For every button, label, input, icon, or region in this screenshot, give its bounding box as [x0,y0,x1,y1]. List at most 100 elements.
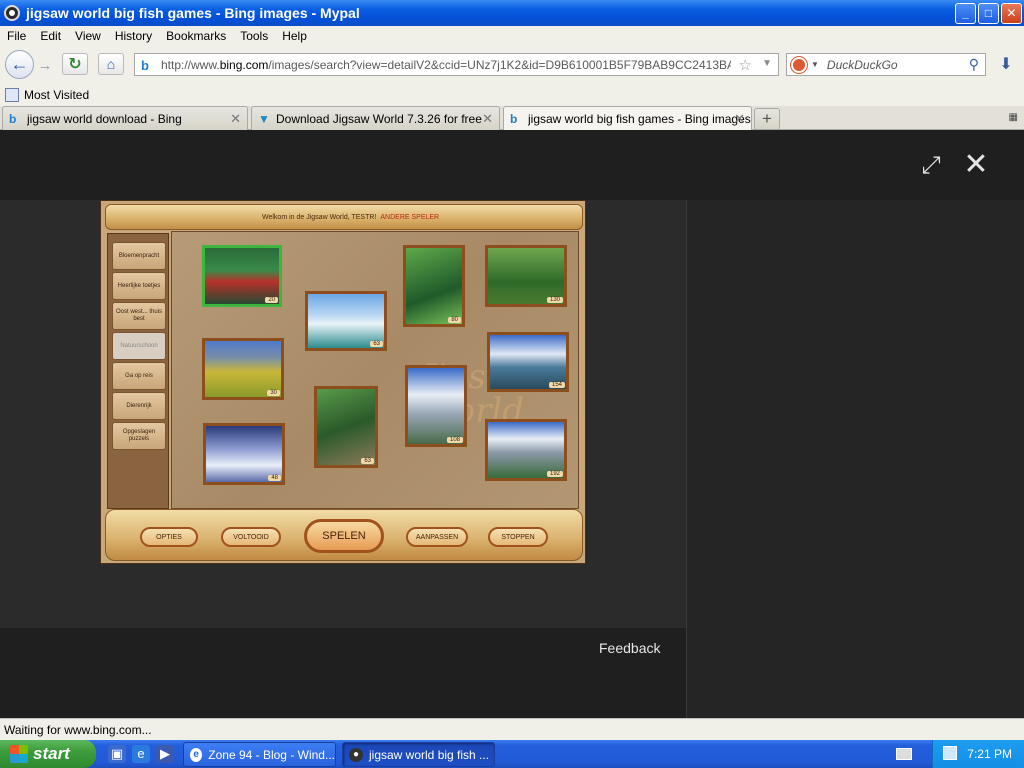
close-tab-icon[interactable]: ✕ [482,111,493,127]
search-engine-dropdown-icon[interactable]: ▼ [811,60,819,69]
start-button[interactable]: start [0,740,96,768]
puzzle-tile: 63 [314,386,378,468]
menu-file[interactable]: File [0,29,33,43]
maximize-button[interactable]: □ [978,3,999,24]
media-player-icon[interactable]: ▶ [156,745,174,763]
taskbar-item-jigsaw-bing[interactable]: ● jigsaw world big fish ... [342,742,495,767]
piece-count: 80 [448,317,461,323]
bookmarks-toolbar: Most Visited [0,84,1024,106]
piece-count: 154 [548,382,565,388]
other-player-link: ANDERE SPELER [380,214,440,221]
taskbar-item-zone94-blog[interactable]: e Zone 94 - Blog - Wind... [183,742,336,767]
list-all-tabs-icon[interactable]: ▦ [1009,112,1018,123]
taskbar: start ▣ e ▶ e Zone 94 - Blog - Wind... ●… [0,740,1024,768]
start-label: start [33,744,70,763]
game-welcome-text: Welkom in de Jigsaw World, TESTR! ANDERE … [262,214,439,221]
taskbar-item-label: jigsaw world big fish ... [369,747,490,762]
duckduckgo-icon[interactable] [791,56,807,73]
close-window-button[interactable]: ✕ [1001,3,1022,24]
piece-count: 108 [446,437,463,443]
puzzle-tile: 20 [202,245,282,307]
forward-arrow-icon: → [37,56,53,74]
search-placeholder[interactable]: DuckDuckGo [827,58,898,72]
close-viewer-icon[interactable]: ✕ [963,150,989,180]
back-button[interactable]: ← [5,50,34,79]
home-button[interactable]: ⌂ [98,53,124,75]
close-tab-icon[interactable]: ✕ [230,111,241,127]
category-item: Bloemenpracht [112,242,166,270]
menu-history[interactable]: History [108,29,159,43]
keyboard-layout-icon[interactable] [896,748,912,760]
url-prefix: http://www. [161,57,220,72]
reload-icon: ↻ [68,56,82,73]
tab-label: jigsaw world download - Bing [27,111,182,126]
status-bar: Waiting for www.bing.com... [0,718,1024,740]
menu-edit[interactable]: Edit [33,29,68,43]
network-icon[interactable] [943,746,957,760]
internet-explorer-icon[interactable]: e [132,745,150,763]
menu-tools[interactable]: Tools [233,29,275,43]
show-desktop-icon[interactable]: ▣ [108,745,126,763]
most-visited-folder-icon [5,88,19,102]
piece-count: 63 [370,341,383,347]
magnifier-icon[interactable]: ⚲ [969,56,979,73]
category-item: Opgeslagen puzzels [112,422,166,450]
piece-count: 192 [546,471,563,477]
expand-icon[interactable]: ⤢ [918,153,944,179]
tab-jigsaw-download[interactable]: b jigsaw world download - Bing ✕ [2,106,248,130]
url-text[interactable]: http://www.bing.com/images/search?view=d… [161,58,731,72]
forward-button[interactable]: → [35,55,55,75]
taskbar-item-label: Zone 94 - Blog - Wind... [208,747,335,762]
category-item: Ga op reis [112,362,166,390]
customize-button: AANPASSEN [406,527,468,547]
mypal-app-icon [4,5,20,21]
category-item: Dierenrijk [112,392,166,420]
game-screenshot[interactable]: Welkom in de Jigsaw World, TESTR! ANDERE … [100,200,586,564]
tab-bing-images[interactable]: b jigsaw world big fish games - Bing ima… [503,106,752,131]
new-tab-button[interactable]: + [754,108,780,130]
mypal-app-icon: ● [349,747,363,762]
home-icon: ⌂ [106,56,116,72]
reload-button[interactable]: ↻ [62,53,88,75]
play-button: SPELEN [304,519,384,553]
clock[interactable]: 7:21 PM [967,747,1012,761]
url-path: /images/search?view=detailV2&ccid=UNz7j1… [268,57,731,72]
url-bar[interactable]: b http://www.bing.com/images/search?view… [134,53,779,76]
image-viewer: Welkom in de Jigsaw World, TESTR! ANDERE … [0,200,686,628]
download-arrow-icon: ⬇ [999,56,1013,73]
page-content: ⤢ ✕ Welkom in de Jigsaw World, TESTR! AND… [0,130,1024,718]
puzzle-tile: 154 [487,332,569,392]
menu-help[interactable]: Help [275,29,314,43]
star-icon[interactable]: ☆ [739,56,752,74]
download-site-favicon-icon: ▼ [258,111,270,126]
category-item: Oost west... thuis best [112,302,166,330]
close-tab-icon[interactable]: ✕ [734,111,745,127]
puzzle-board: Jigsaw World 20 80 130 63 154 30 108 63 … [171,231,579,509]
title-bar[interactable]: jigsaw world big fish games - Bing image… [0,0,1024,26]
menu-bookmarks[interactable]: Bookmarks [159,29,233,43]
tab-label: jigsaw world big fish games - Bing image… [528,112,751,126]
tab-download-jigsaw-world[interactable]: ▼ Download Jigsaw World 7.3.26 for free … [251,106,500,130]
windows-flag-icon [10,745,28,763]
bing-favicon-icon: b [141,57,149,73]
url-domain: bing.com [219,57,269,72]
puzzle-tile: 192 [485,419,567,481]
most-visited-bookmark[interactable]: Most Visited [24,88,89,102]
url-dropdown-icon[interactable]: ▼ [762,58,772,69]
piece-count: 30 [267,390,280,396]
back-arrow-icon: ← [10,54,29,74]
puzzle-tile: 130 [485,245,567,307]
bing-favicon-icon: b [510,112,518,126]
search-box[interactable]: ▼ DuckDuckGo ⚲ [786,53,986,76]
puzzle-tile: 48 [203,423,285,485]
game-top-bar: Welkom in de Jigsaw World, TESTR! ANDERE … [105,204,583,230]
minimize-button[interactable]: _ [955,3,976,24]
downloads-button[interactable]: ⬇ [994,53,1018,75]
piece-count: 130 [546,297,563,303]
puzzle-tile: 80 [403,245,465,327]
feedback-link[interactable]: Feedback [599,640,660,656]
piece-count: 20 [265,297,278,303]
image-viewer-header: ⤢ ✕ [0,130,1024,200]
menu-view[interactable]: View [68,29,108,43]
puzzle-tile: 30 [202,338,284,400]
